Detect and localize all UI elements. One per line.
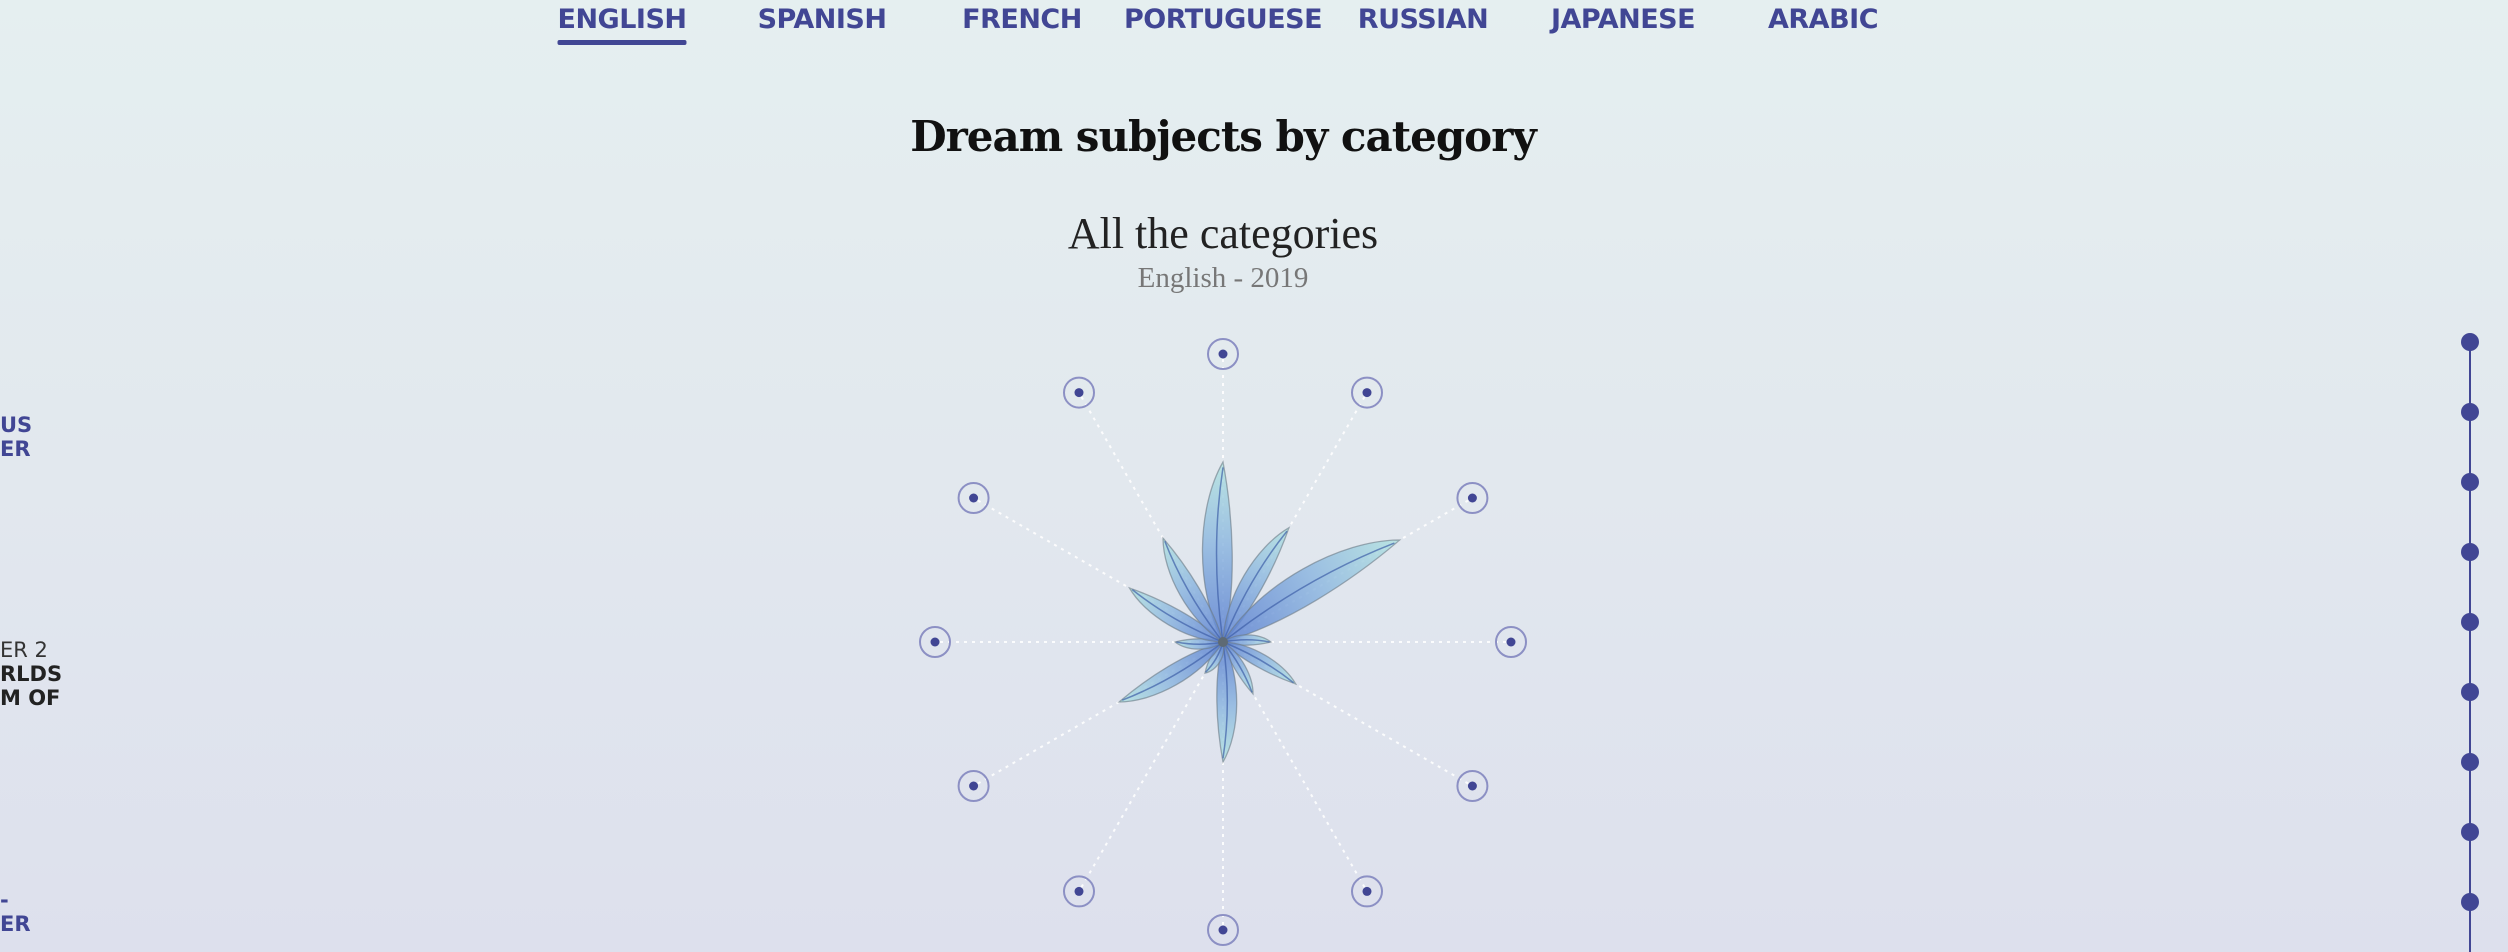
timeline-dot-icon[interactable] [2461, 613, 2479, 631]
timeline-dot-icon[interactable] [2461, 683, 2479, 701]
timeline-dot-icon[interactable] [2461, 823, 2479, 841]
timeline-dot-icon[interactable] [2461, 893, 2479, 911]
timeline-dot-icon[interactable] [2461, 403, 2479, 421]
timeline-dot-icon[interactable] [2461, 473, 2479, 491]
timeline-dot-icon[interactable] [2461, 753, 2479, 771]
timeline-scrubber[interactable] [0, 0, 2508, 952]
timeline-dot-icon[interactable] [2461, 543, 2479, 561]
timeline-dot-icon[interactable] [2461, 333, 2479, 351]
